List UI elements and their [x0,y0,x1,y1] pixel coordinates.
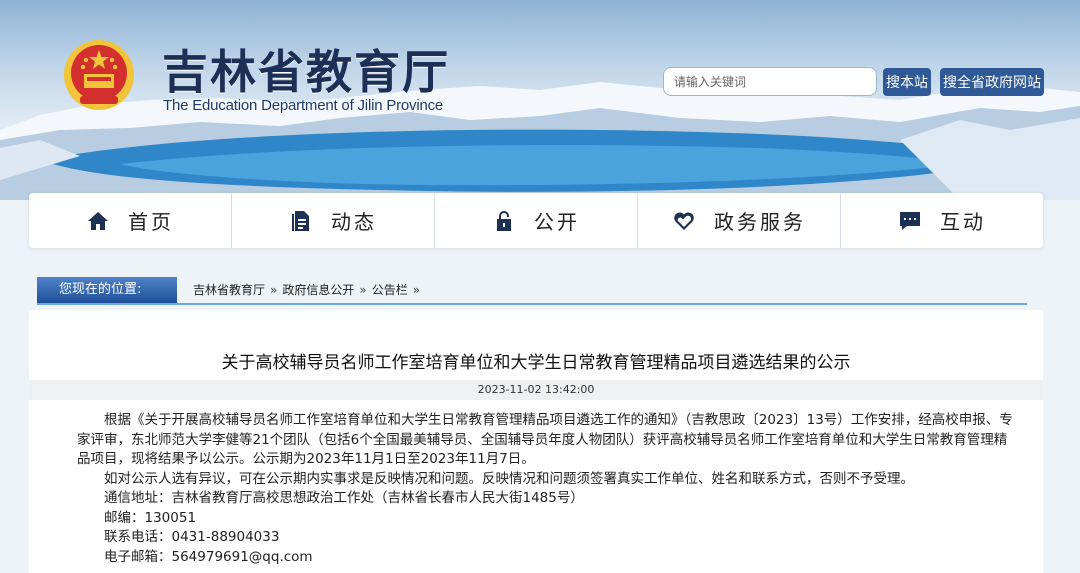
site-title: 吉林省教育厅 [162,45,450,99]
search-gov-button[interactable]: 搜全省政府网站 [940,68,1044,96]
contact-address: 通信地址：吉林省教育厅高校思想政治工作处（吉林省长春市人民大街1485号） [104,490,584,506]
main-nav: 首页 动态 公开 政务服务 互动 [29,193,1043,248]
contact-phone: 联系电话：0431-88904033 [104,529,280,545]
breadcrumb: 您现在的位置: 吉林省教育厅 » 政府信息公开 » 公告栏 » [37,277,1027,305]
article-content: 关于高校辅导员名师工作室培育单位和大学生日常教育管理精品项目遴选结果的公示 20… [29,310,1043,573]
breadcrumb-separator: » [359,283,367,297]
nav-item-label: 首页 [128,210,174,234]
nav-item-home[interactable]: 首页 [29,193,232,248]
nav-item-label: 动态 [331,210,377,234]
document-icon [292,210,309,231]
contact-email: 电子邮箱：564979691@qq.com [104,548,313,565]
nav-item-services[interactable]: 政务服务 [638,193,841,248]
breadcrumb-separator: » [270,283,278,297]
nav-item-label: 政务服务 [714,210,806,234]
handshake-heart-icon [674,211,694,230]
lock-icon [497,210,511,231]
article-date: 2023-11-02 13:42:00 [29,380,1043,400]
national-emblem-icon [64,40,134,110]
article-body: 根据《关于开展高校辅导员名师工作室培育单位和大学生日常教育管理精品项目遴选工作的… [77,411,1017,567]
nav-item-news[interactable]: 动态 [232,193,435,248]
search-site-button[interactable]: 搜本站 [883,68,931,96]
breadcrumb-link-info[interactable]: 政府信息公开 [282,283,354,297]
breadcrumb-separator: » [412,283,421,297]
nav-item-public[interactable]: 公开 [435,193,638,248]
site-subtitle: The Education Department of Jilin Provin… [163,97,444,114]
article-title: 关于高校辅导员名师工作室培育单位和大学生日常教育管理精品项目遴选结果的公示 [221,353,851,373]
breadcrumb-label: 您现在的位置: [37,277,177,303]
nav-item-interact[interactable]: 互动 [841,193,1043,248]
header-banner: 吉林省教育厅 The Education Department of Jilin… [0,0,1080,200]
breadcrumb-trail: 吉林省教育厅 » 政府信息公开 » 公告栏 » [193,277,425,303]
nav-item-label: 公开 [534,210,580,234]
chat-icon [900,211,920,230]
contact-postcode: 邮编：130051 [104,509,197,526]
home-icon [88,211,108,230]
article-paragraph: 根据《关于开展高校辅导员名师工作室培育单位和大学生日常教育管理精品项目遴选工作的… [77,412,1013,467]
article-paragraph: 如对公示人选有异议，可在公示期内实事求是反映情况和问题。反映情况和问题须签署真实… [104,470,914,487]
search-input[interactable] [663,67,877,96]
breadcrumb-link-notice[interactable]: 公告栏 [372,283,408,297]
nav-item-label: 互动 [940,210,986,234]
breadcrumb-link-home[interactable]: 吉林省教育厅 [193,283,265,297]
